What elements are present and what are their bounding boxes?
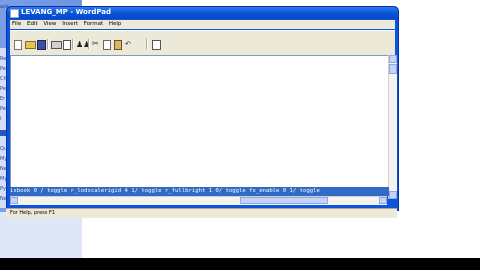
horizontal-scroll-thumb[interactable]	[240, 197, 328, 204]
menu-file[interactable]: File	[10, 20, 23, 29]
new-document-icon[interactable]	[14, 40, 22, 50]
status-text: For Help, press F1	[10, 210, 56, 216]
toolbar-separator	[47, 39, 49, 49]
find-binoculars-icon[interactable]: ♟♟	[76, 41, 90, 49]
bottom-dark-strip	[0, 258, 480, 270]
cut-scissors-icon[interactable]: ✂	[92, 40, 101, 48]
selected-text-line[interactable]: isbook 0 / toggle r_lodscalerigid 4 1/ t…	[10, 187, 389, 196]
vertical-scrollbar[interactable]	[388, 55, 397, 199]
menu-help[interactable]: Help	[107, 20, 124, 29]
wordpad-app-icon[interactable]	[10, 9, 19, 18]
undo-icon[interactable]: ↶	[125, 40, 134, 48]
toolbar-separator	[88, 39, 90, 49]
scroll-down-icon[interactable]	[389, 191, 397, 199]
scroll-up-icon[interactable]	[389, 55, 397, 63]
toolbar: ♟♟ ✂ ↶	[10, 30, 395, 56]
horizontal-scrollbar[interactable]	[10, 196, 387, 205]
document-editor[interactable]	[10, 55, 389, 189]
copy-icon[interactable]	[103, 40, 111, 50]
menu-insert[interactable]: Insert	[60, 20, 80, 29]
background-lower-panel	[0, 212, 82, 258]
save-disk-icon[interactable]	[37, 40, 46, 50]
scroll-left-icon[interactable]	[10, 197, 18, 204]
title-bar[interactable]: LEVANG_MP - WordPad	[7, 7, 398, 19]
window-title: LEVANG_MP - WordPad	[21, 8, 112, 16]
menu-bar: File Edit View Insert Format Help	[10, 20, 395, 29]
print-preview-icon[interactable]	[63, 40, 71, 50]
insert-date-time-icon[interactable]	[152, 40, 161, 50]
scroll-right-icon[interactable]	[379, 197, 387, 204]
menu-format[interactable]: Format	[82, 20, 105, 29]
vertical-scroll-thumb[interactable]	[389, 64, 397, 74]
wordpad-window: LEVANG_MP - WordPad File Edit View Inser…	[6, 6, 399, 211]
toolbar-separator	[72, 39, 74, 49]
menu-edit[interactable]: Edit	[25, 20, 40, 29]
open-folder-icon[interactable]	[25, 41, 36, 49]
toolbar-separator	[146, 39, 148, 49]
print-icon[interactable]	[51, 41, 62, 49]
paste-clipboard-icon[interactable]	[114, 40, 122, 50]
menu-view[interactable]: View	[41, 20, 58, 29]
status-bar: For Help, press F1	[6, 208, 397, 218]
